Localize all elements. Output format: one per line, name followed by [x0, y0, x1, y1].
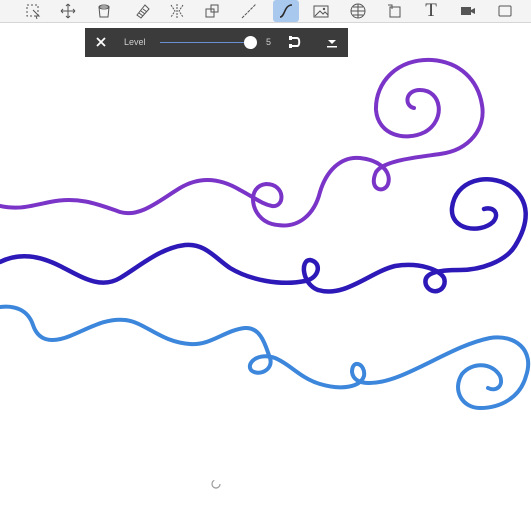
purple-curve-stroke: [0, 57, 485, 228]
undo-button[interactable]: [287, 34, 303, 50]
more-options-button[interactable]: [324, 34, 340, 50]
indigo-curve-stroke: [0, 177, 528, 294]
close-button[interactable]: [93, 34, 109, 50]
level-label: Level: [124, 37, 146, 47]
level-slider[interactable]: [160, 42, 252, 43]
drawing-canvas[interactable]: [0, 0, 531, 531]
level-slider-handle[interactable]: [243, 36, 257, 49]
undo-icon: [289, 36, 301, 48]
loading-icon: [211, 479, 221, 489]
chevron-down-icon: [327, 40, 337, 48]
level-panel: Level 5: [85, 28, 348, 57]
level-value: 5: [266, 37, 272, 47]
blue-curve-stroke: [0, 304, 530, 410]
close-icon: [96, 37, 106, 47]
